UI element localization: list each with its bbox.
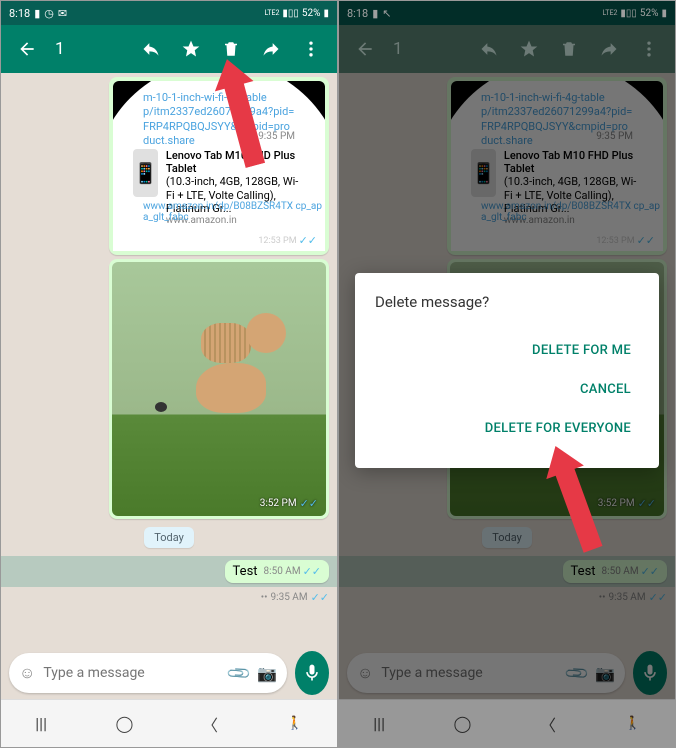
delete-dialog: Delete message? DELETE FOR ME CANCEL DEL…: [355, 273, 659, 468]
date-chip: Today: [144, 527, 194, 548]
nav-recent-icon[interactable]: |||: [35, 714, 47, 733]
more-icon[interactable]: [299, 37, 323, 61]
link-time-2: 12:53 PM: [258, 236, 296, 246]
forward-icon[interactable]: [259, 37, 283, 61]
test-text: Test: [233, 564, 258, 579]
delete-for-everyone-button[interactable]: DELETE FOR EVERYONE: [375, 409, 639, 448]
test-time: 8:50 AM: [264, 566, 301, 577]
nav-bar: ||| ◯ 〈 🚶: [1, 699, 337, 747]
image-time: 3:52 PM: [260, 498, 297, 509]
link-preview-message[interactable]: m-10-1-inch-wi-fi-4g-table p/itm2337ed26…: [109, 77, 329, 255]
selection-count: 1: [55, 39, 131, 59]
network-label: LTE2: [264, 9, 279, 17]
delete-for-me-button[interactable]: DELETE FOR ME: [375, 331, 639, 370]
clock-icon: ◷: [44, 7, 54, 20]
emoji-icon[interactable]: ☺: [19, 663, 35, 683]
camera-icon[interactable]: 📷: [257, 664, 277, 683]
phone-left: 8:18 ▮ ◷ ✉ LTE2 ▮▯▯ 52% ▮ 1 m-10-: [0, 0, 338, 748]
signal-icon: ▮▯▯: [282, 8, 299, 19]
product-title: Lenovo Tab M10 FHD Plus Tablet: [166, 149, 305, 175]
battery-pct: 52%: [302, 8, 321, 19]
amazon-link: www.amazon.in/dp/B08BZSR4TX cp_apa_glt_f…: [143, 201, 325, 223]
dialog-title: Delete message?: [375, 293, 639, 311]
batt-icon: ▮: [323, 8, 329, 19]
message-input-container[interactable]: ☺ 📎 📷: [9, 653, 287, 693]
delete-icon[interactable]: [219, 37, 243, 61]
link-time-1: 9:35 PM: [258, 131, 295, 142]
nav-accessibility-icon[interactable]: 🚶: [287, 716, 303, 731]
input-bar: ☺ 📎 📷: [1, 647, 337, 699]
selection-toolbar: 1: [1, 25, 337, 73]
read-check-icon-2: ✓✓: [300, 497, 318, 510]
test-message[interactable]: Test 8:50 AM✓✓: [225, 560, 329, 583]
nav-back-icon[interactable]: 〈: [202, 712, 218, 736]
bee-in-image: [155, 402, 167, 412]
phone-right: 8:18 ▮↖ LTE2 ▮▯▯ 52% ▮ 1 m-10-1-inch-wi-…: [338, 0, 676, 748]
message-input[interactable]: [43, 665, 221, 681]
cancel-button[interactable]: CANCEL: [375, 370, 639, 409]
mic-button[interactable]: [295, 651, 329, 695]
back-icon[interactable]: [15, 37, 39, 61]
battery-icon: ▮: [34, 7, 40, 20]
star-icon[interactable]: [179, 37, 203, 61]
product-thumbnail: 📱: [133, 149, 158, 197]
status-time: 8:18: [9, 7, 30, 20]
message-icon: ✉: [58, 7, 67, 20]
chat-area: m-10-1-inch-wi-fi-4g-table p/itm2337ed26…: [1, 73, 337, 699]
read-check-icon: ✓✓: [299, 234, 317, 247]
nav-home-icon[interactable]: ◯: [116, 714, 134, 733]
small-time-msg: •• 9:35 AM ✓✓: [261, 591, 329, 604]
attach-icon[interactable]: 📎: [226, 659, 254, 687]
read-check-3: ✓✓: [303, 565, 321, 578]
reply-icon[interactable]: [139, 37, 163, 61]
status-bar: 8:18 ▮ ◷ ✉ LTE2 ▮▯▯ 52% ▮: [1, 1, 337, 25]
link-url-1: m-10-1-inch-wi-fi-4g-table: [143, 91, 295, 105]
link-url-2: p/itm2337ed26071299a4?pid=: [143, 105, 295, 119]
cat-in-image: [176, 313, 286, 423]
selected-message-row[interactable]: Test 8:50 AM✓✓: [1, 556, 337, 587]
image-message[interactable]: 3:52 PM✓✓: [109, 259, 329, 519]
